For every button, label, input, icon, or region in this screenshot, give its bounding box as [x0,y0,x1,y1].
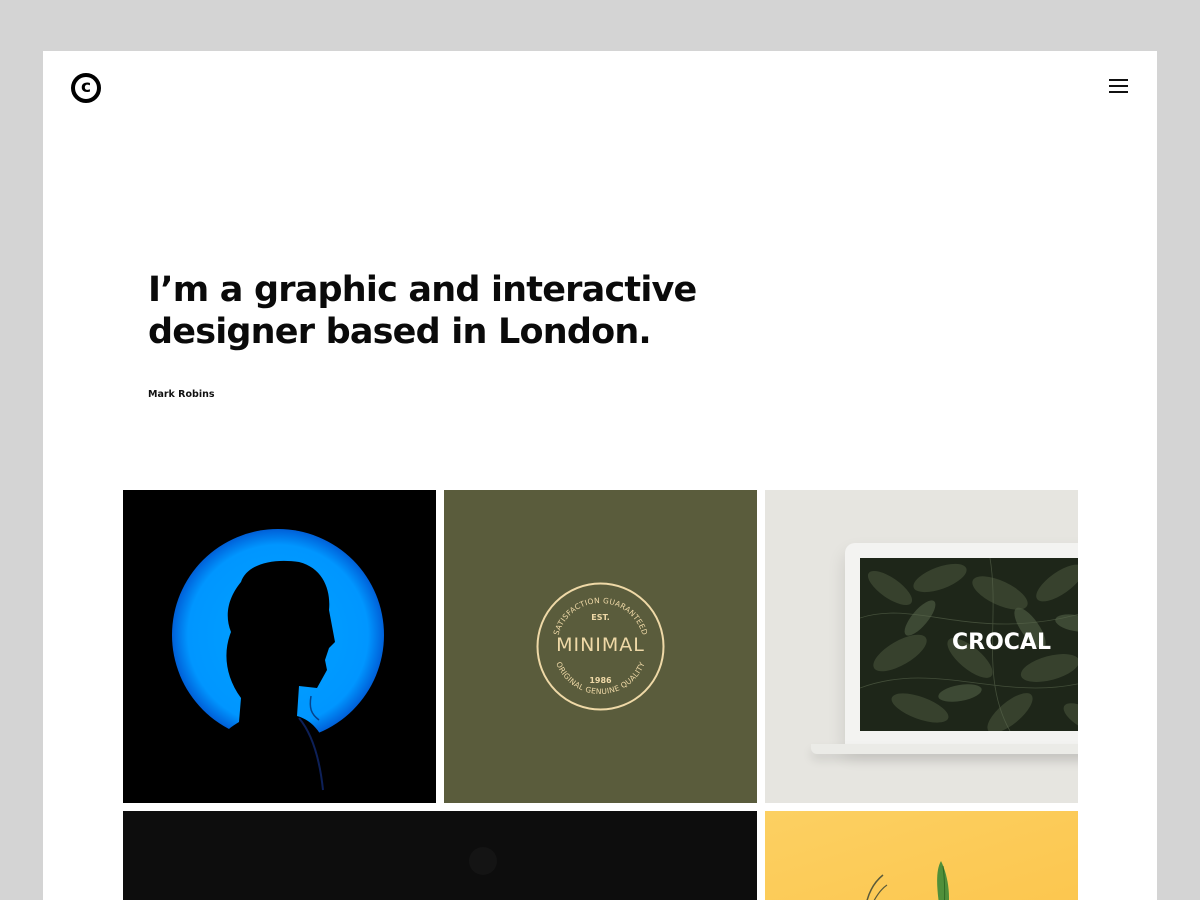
portfolio-tile-minimal[interactable]: SATISFACTION GUARANTEED ORIGINAL GENUINE… [444,490,757,803]
hero-title: I’m a graphic and interactive designer b… [148,269,768,353]
hero-title-line-2: designer based in London. [148,312,652,352]
laptop-mockup: CROCAL [845,543,1078,745]
logo-glyph: c [80,77,92,97]
dark-project-image [123,811,757,900]
page: c I’m a graphic and interactive designer… [43,51,1157,900]
portfolio-tile-portrait[interactable] [123,490,436,803]
copyright-logo-icon[interactable]: c [71,73,101,103]
laptop-screen: CROCAL [860,558,1078,731]
laptop-base [811,744,1078,754]
hero-headline: I’m a graphic and interactive designer b… [148,269,768,353]
minimal-badge-logo: SATISFACTION GUARANTEED ORIGINAL GENUINE… [535,581,666,712]
badge-title: MINIMAL [556,634,645,656]
badge-year: 1986 [589,676,612,685]
portrait-silhouette-image [123,490,436,803]
portfolio-tile-crocal[interactable]: CROCAL [765,490,1078,803]
plant-image [765,811,1078,900]
crocal-title: CROCAL [952,630,1051,655]
portfolio-tile-dark[interactable] [123,811,757,900]
hero-title-line-1: I’m a graphic and interactive [148,270,697,310]
hamburger-menu-icon[interactable] [1109,77,1129,95]
badge-est-label: EST. [591,613,610,622]
portfolio-tile-plant[interactable] [765,811,1078,900]
author-name: Mark Robins [148,389,215,400]
